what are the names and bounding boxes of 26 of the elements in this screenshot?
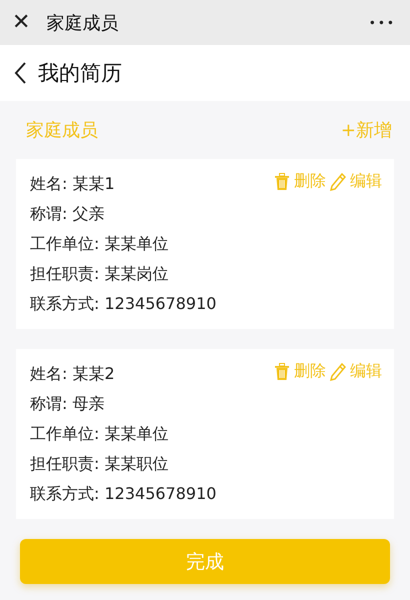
edit-button[interactable]: 编辑 bbox=[330, 171, 382, 192]
info-line: 联系方式: 12345678910 bbox=[30, 483, 216, 505]
info-line: 称谓: 父亲 bbox=[30, 203, 104, 225]
trash-icon bbox=[274, 172, 290, 190]
close-icon[interactable]: ✕ bbox=[12, 10, 30, 35]
delete-button[interactable]: 删除 bbox=[274, 171, 326, 192]
page-title: 我的简历 bbox=[38, 60, 122, 87]
section-title: 家庭成员 bbox=[26, 119, 98, 142]
done-button[interactable]: 完成 bbox=[20, 539, 390, 584]
info-line: 工作单位: 某某单位 bbox=[30, 423, 168, 445]
pencil-icon bbox=[330, 172, 346, 190]
back-icon[interactable] bbox=[14, 62, 26, 84]
info-line: 姓名: 某某2 bbox=[30, 363, 115, 385]
info-line: 工作单位: 某某单位 bbox=[30, 233, 168, 255]
pencil-icon bbox=[330, 362, 346, 380]
info-line: 姓名: 某某1 bbox=[30, 173, 115, 195]
info-line: 联系方式: 12345678910 bbox=[30, 293, 216, 315]
trash-icon bbox=[274, 362, 290, 380]
info-line: 担任职责: 某某职位 bbox=[30, 453, 168, 475]
add-link[interactable]: +新增 bbox=[340, 118, 392, 142]
more-icon[interactable]: ••• bbox=[368, 16, 396, 30]
delete-button[interactable]: 删除 bbox=[274, 361, 326, 382]
edit-button[interactable]: 编辑 bbox=[330, 361, 382, 382]
info-line: 担任职责: 某某岗位 bbox=[30, 263, 168, 285]
info-line: 称谓: 母亲 bbox=[30, 393, 104, 415]
window-title: 家庭成员 bbox=[46, 12, 120, 34]
